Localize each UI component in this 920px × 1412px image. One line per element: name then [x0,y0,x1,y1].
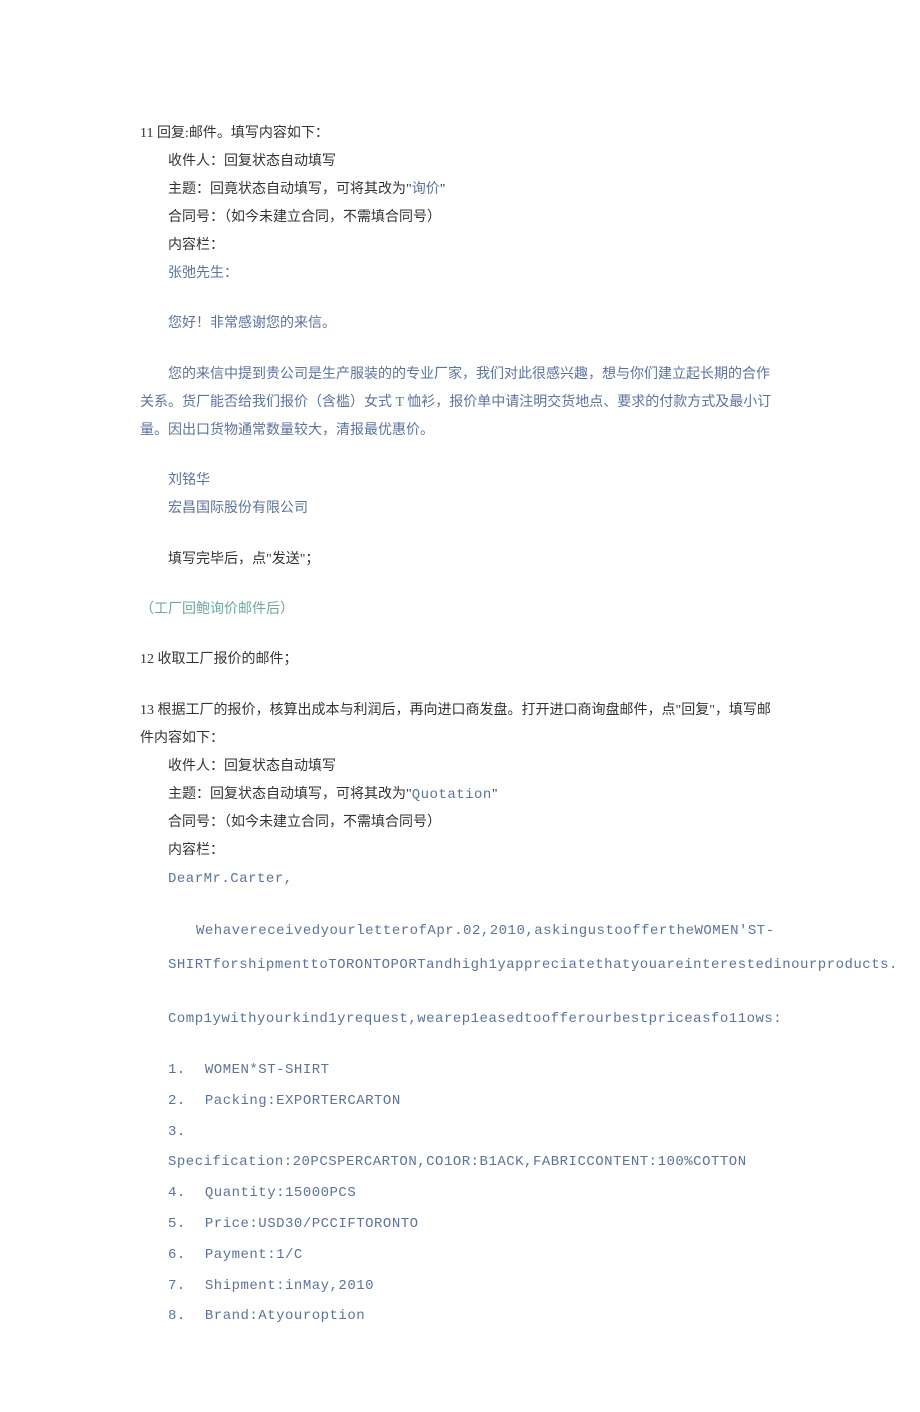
list-item-number: 2. [168,1086,196,1117]
list-item: 3. Specification:20PCSPERCARTON,CO1OR:B1… [140,1117,780,1179]
s11-subject-suffix: " [440,182,446,197]
s11-sign-name: 刘铭华 [140,467,780,495]
list-item: 5. Price:USD30/PCCIFTORONTO [140,1209,780,1240]
list-item-text: Packing:EXPORTERCARTON [196,1093,401,1109]
list-item-text: Brand:Atyouroption [196,1308,365,1324]
s13-content-label: 内容栏： [140,837,780,865]
s11-recipient: 收件人：回复状态自动填写 [140,148,780,176]
s11-contract: 合同号：（如今未建立合同，不需填合同号） [140,204,780,232]
list-item-text: Shipment:inMay,2010 [196,1278,374,1294]
list-item: 1. WOMEN*ST-SHIRT [140,1055,780,1086]
list-item: 4. Quantity:15000PCS [140,1178,780,1209]
s11-content-label: 内容栏： [140,232,780,260]
s13-subject-suffix: " [492,787,498,802]
s13-p2: Comp1ywithyourkind1yrequest,wearep1eased… [140,1005,780,1033]
list-item-text: Specification:20PCSPERCARTON,CO1OR:B1ACK… [168,1154,747,1170]
list-item-text: Quantity:15000PCS [196,1185,356,1201]
list-item-number: 4. [168,1178,196,1209]
s13-p1-wrap: WehavereceivedyourletterofApr.02,2010,as… [140,915,780,982]
factory-note: （工厂回鲍询价邮件后） [140,596,780,624]
s13-dear: DearMr.Carter, [140,865,780,893]
list-item: 7. Shipment:inMay,2010 [140,1271,780,1302]
s11-subject-prefix: 主题：回竟状态自动填写，可将其改为" [168,182,412,197]
s11-header: 11 回复:邮件。填写内容如下： [140,120,780,148]
s11-sign-company: 宏昌国际股份有限公司 [140,495,780,523]
list-item: 2. Packing:EXPORTERCARTON [140,1086,780,1117]
list-item-number: 6. [168,1240,196,1271]
s11-greet: 张弛先生： [140,260,780,288]
list-item-number: 3. [168,1117,196,1148]
s13-subject-prefix: 主题：回复状态自动填写，可将其改为" [168,787,412,802]
s11-subject-value: 询价 [412,182,440,197]
list-item-number: 5. [168,1209,196,1240]
list-item-number: 8. [168,1301,196,1332]
s13-subject: 主题：回复状态自动填写，可将其改为"Quotation" [140,781,780,809]
list-item-text: Price:USD30/PCCIFTORONTO [196,1216,419,1232]
s11-line1: 您好！非常感谢您的来信。 [140,310,780,338]
s13-item-list: 1. WOMEN*ST-SHIRT2. Packing:EXPORTERCART… [140,1055,780,1332]
list-item-number: 1. [168,1055,196,1086]
list-item: 6. Payment:1/C [140,1240,780,1271]
s11-body: 您的来信中提到贵公司是生产服装的的专业厂家，我们对此很感兴趣，想与你们建立起长期… [140,361,780,445]
list-item: 8. Brand:Atyouroption [140,1301,780,1332]
s13-p1: WehavereceivedyourletterofApr.02,2010,as… [168,915,780,982]
list-item-number: 7. [168,1271,196,1302]
list-item-text: Payment:1/C [196,1247,303,1263]
s13-contract: 合同号：（如今未建立合同，不需填合同号） [140,809,780,837]
s12-header: 12 收取工厂报价的邮件； [140,646,780,674]
list-item-text: WOMEN*ST-SHIRT [196,1062,330,1078]
s11-after-fill: 填写完毕后，点"发送"； [140,546,780,574]
s13-header: 13 根据工厂的报价，核算出成本与利润后，再向进口商发盘。打开进口商询盘邮件，点… [140,697,780,753]
s13-recipient: 收件人：回复状态自动填写 [140,753,780,781]
s11-subject: 主题：回竟状态自动填写，可将其改为"询价" [140,176,780,204]
s13-subject-value: Quotation [412,787,492,803]
